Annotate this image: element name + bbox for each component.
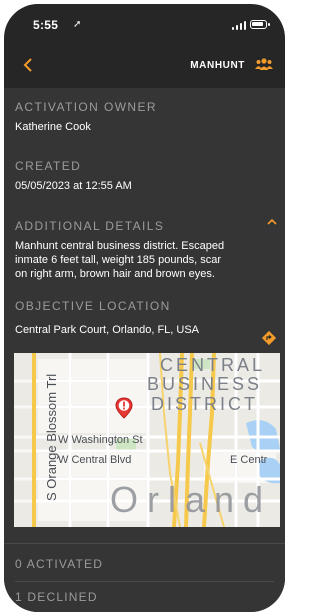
map-street-vertical: S Orange Blossom Trl [44, 373, 59, 501]
created-label: CREATED [15, 159, 82, 173]
map-district-line1: CENTRAL [160, 355, 266, 375]
map-street-3: E Centr [230, 454, 268, 466]
additional-details-line1: Manhunt central business district. Escap… [15, 240, 225, 252]
created-value: 05/05/2023 at 12:55 AM [15, 180, 132, 192]
chevron-left-icon[interactable] [18, 54, 40, 76]
signal-icon [232, 21, 246, 30]
activated-count[interactable]: 0 ACTIVATED [15, 557, 103, 571]
divider [4, 543, 285, 544]
app-header: MANHUNT [4, 44, 285, 88]
location-map[interactable]: CENTRAL BUSINESS DISTRICT S Orange Bloss… [14, 353, 280, 527]
map-district-line2: BUSINESS [147, 374, 263, 394]
additional-details-label: ADDITIONAL DETAILS [15, 219, 165, 233]
status-time: 5:55 [33, 18, 59, 32]
detail-content: ACTIVATION OWNER Katherine Cook CREATED … [4, 88, 285, 612]
chevron-up-icon[interactable] [267, 218, 277, 229]
page-title: MANHUNT [190, 60, 245, 71]
status-bar: 5:55 ➚ [4, 4, 285, 44]
directions-icon[interactable] [261, 330, 277, 346]
map-pin-icon[interactable] [115, 397, 133, 419]
map-district-line3: DISTRICT [151, 394, 258, 414]
activation-owner-value: Katherine Cook [15, 121, 91, 133]
map-street-1: W Washington St [58, 434, 143, 446]
objective-location-label: OBJECTIVE LOCATION [15, 299, 171, 313]
objective-location-value: Central Park Court, Orlando, FL, USA [15, 324, 200, 336]
divider [15, 581, 274, 582]
additional-details-line3: on right arm, brown hair and brown eyes. [15, 268, 215, 280]
map-street-2: W Central Blvd [58, 454, 132, 466]
declined-count[interactable]: 1 DECLINED [15, 590, 98, 604]
battery-icon [250, 20, 270, 29]
map-city-label: Orland [110, 479, 273, 520]
additional-details-line2: inmate 6 feet tall, weight 185 pounds, s… [15, 254, 222, 266]
activation-owner-label: ACTIVATION OWNER [15, 100, 157, 114]
group-icon[interactable] [255, 57, 273, 71]
location-arrow-icon: ➚ [73, 19, 82, 30]
phone-frame: 5:55 ➚ MANHUNT ACTIVATION OWNER Katherin… [4, 4, 285, 612]
